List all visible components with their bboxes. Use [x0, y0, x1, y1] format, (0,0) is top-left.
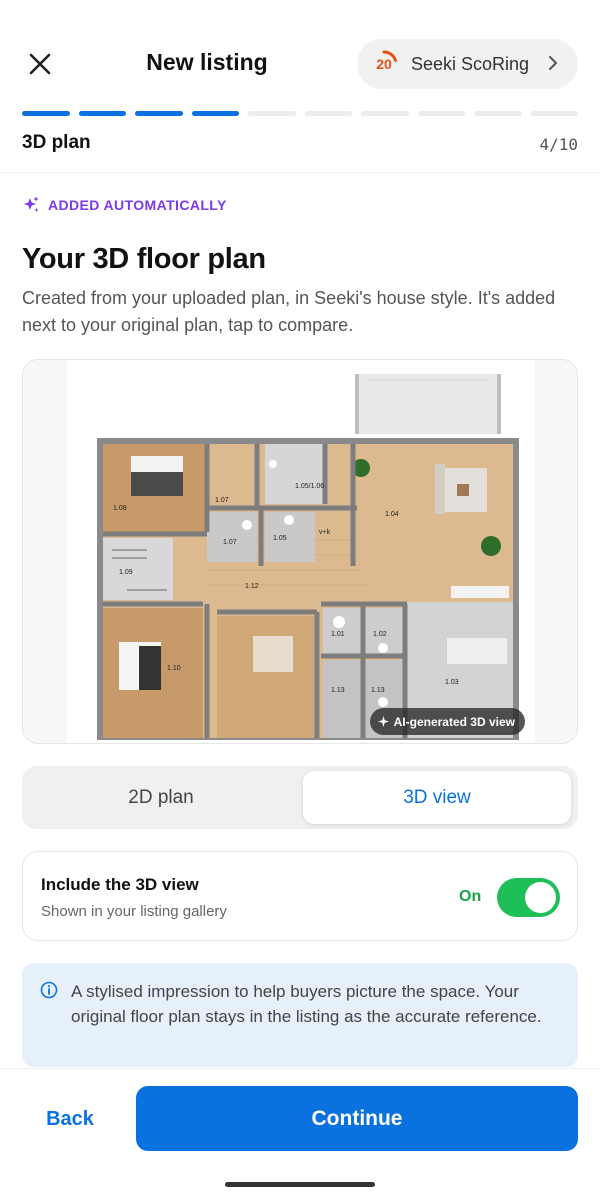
- footer: Back Continue: [0, 1068, 600, 1200]
- score-button[interactable]: 20 Seeki ScoRing: [357, 39, 578, 89]
- include-3d-title: Include the 3D view: [41, 875, 199, 894]
- info-icon: [40, 981, 58, 999]
- room-label: 1.03: [445, 679, 459, 686]
- ai-badge-label: AI-generated 3D view: [393, 714, 515, 729]
- progress-segment: [248, 111, 296, 116]
- room-label: 1.02: [373, 631, 387, 638]
- room-label: 1.04: [385, 511, 399, 518]
- progress-segment: [474, 111, 522, 116]
- room-label: 1.08: [113, 505, 127, 512]
- ai-generated-badge: AI-generated 3D view: [369, 708, 525, 735]
- section-heading: Your 3D floor plan: [22, 243, 266, 275]
- home-indicator: [225, 1182, 375, 1187]
- include-3d-card: Include the 3D view Shown in your listin…: [22, 851, 578, 941]
- toggle-state-label: On: [459, 888, 482, 905]
- room-label: v+k: [319, 529, 331, 536]
- include-3d-toggle[interactable]: [497, 878, 560, 917]
- room-label: 1.12: [245, 583, 259, 590]
- progress-segment-complete: [191, 111, 239, 116]
- room-label: 1.09: [119, 569, 133, 576]
- progress-bar: [22, 111, 578, 116]
- progress-segment-complete: [78, 111, 126, 116]
- floor-plan-illustration: 1.08 1.07 1.05/1.06 1.04 1.07 1.05 v+k 1…: [67, 360, 535, 743]
- floor-plan-image[interactable]: 1.08 1.07 1.05/1.06 1.04 1.07 1.05 v+k 1…: [22, 359, 578, 744]
- room-label: 1.05: [273, 535, 287, 542]
- step-row: 3D plan 4/10: [22, 132, 578, 156]
- room-label: 1.07: [223, 539, 237, 546]
- room-label: 1.01: [331, 631, 345, 638]
- progress-segment-complete: [22, 111, 70, 116]
- continue-button[interactable]: Continue: [136, 1086, 578, 1151]
- toggle-knob: [525, 882, 556, 913]
- sparkles-icon: [24, 196, 39, 212]
- score-value: 20: [376, 56, 392, 72]
- chevron-right-icon: [549, 56, 557, 70]
- score-label: Seeki ScoRing: [411, 53, 530, 74]
- progress-segment: [304, 111, 352, 116]
- auto-tag-label: ADDED AUTOMATICALLY: [48, 197, 227, 213]
- progress-segment: [361, 111, 409, 116]
- score-ring: 20: [369, 49, 399, 79]
- progress-segment: [530, 111, 578, 116]
- info-box: A stylised impression to help buyers pic…: [22, 963, 578, 1067]
- progress-segment-complete: [135, 111, 183, 116]
- progress-segment: [417, 111, 465, 116]
- top-bar: New listing 20 Seeki ScoRing: [0, 0, 600, 108]
- sparkle-icon: [377, 716, 389, 727]
- tab-2d-plan[interactable]: 2D plan: [27, 771, 295, 824]
- room-label: 1.13: [371, 687, 385, 694]
- auto-tag: ADDED AUTOMATICALLY: [22, 196, 227, 214]
- room-label: 1.10: [167, 665, 181, 672]
- tab-3d-view[interactable]: 3D view: [303, 771, 571, 824]
- section-description: Created from your uploaded plan, in Seek…: [22, 288, 556, 335]
- divider: [0, 172, 600, 173]
- include-3d-subtitle: Shown in your listing gallery: [41, 903, 227, 920]
- back-button[interactable]: Back: [22, 1087, 118, 1151]
- view-segmented-control: 2D plan 3D view: [22, 766, 578, 829]
- page-title: New listing: [146, 49, 268, 75]
- room-label: 1.13: [331, 687, 345, 694]
- room-label: 1.07: [215, 497, 229, 504]
- info-text: A stylised impression to help buyers pic…: [71, 982, 542, 1026]
- room-label: 1.05/1.06: [295, 483, 324, 490]
- step-name: 3D plan: [22, 132, 91, 153]
- step-counter: 4/10: [539, 135, 578, 154]
